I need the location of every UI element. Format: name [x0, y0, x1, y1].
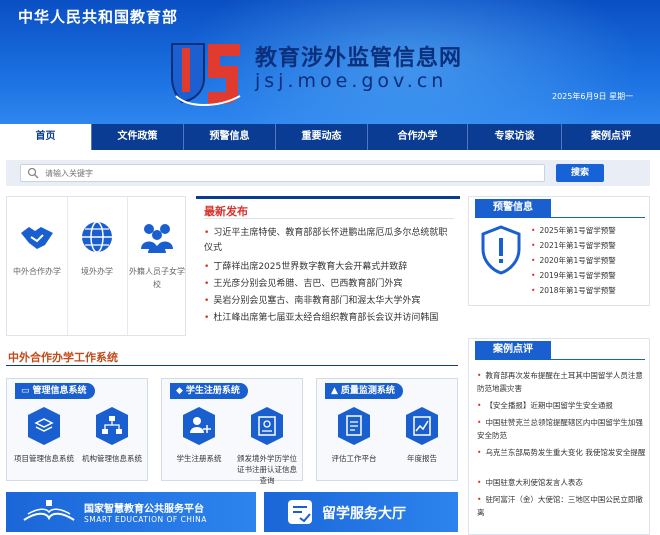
system-box-management: ▭ 管理信息系统 项目管理信息系统 机构管理信息系统	[6, 378, 148, 481]
system-box-registration: ◆ 学生注册系统 学生注册系统 颁发境外学历学位证书注册认证信息查询	[161, 378, 303, 485]
case-item[interactable]: • 教育部再次发布提醒在土耳其中国留学人员注意防范地震灾害	[477, 369, 647, 395]
news-item[interactable]: • 习近平主席特使、教育部部长怀进鹏出席厄瓜多尔总统就职仪式	[204, 226, 454, 256]
banner-smart-education[interactable]: 国家智慧教育公共服务平台 SMART EDUCATION OF CHINA	[6, 492, 256, 532]
system-link-label: 机构管理信息系统	[82, 454, 142, 463]
nav-item-coop[interactable]: 合作办学	[368, 124, 468, 150]
banner-smart-title: 国家智慧教育公共服务平台	[84, 504, 204, 515]
coop-section-title: 中外合作办学工作系统	[8, 351, 118, 364]
banner-study-abroad-service[interactable]: 留学服务大厅	[264, 492, 458, 532]
grad-cap-icon: ◆	[176, 386, 183, 396]
warning-item[interactable]: • 2025年第1号留学预警	[531, 225, 616, 236]
system-box-title[interactable]: ◆ 学生注册系统	[170, 383, 248, 399]
nav-item-warning[interactable]: 预警信息	[184, 124, 276, 150]
search-button[interactable]: 搜索	[556, 164, 604, 182]
site-logo-icon[interactable]	[168, 38, 246, 108]
case-item[interactable]: • 驻阿富汗（金）大使馆：三地区中国公民立即撤离	[477, 493, 647, 519]
current-date: 2025年6月9日 星期一	[552, 92, 634, 101]
document-check-icon	[288, 500, 312, 524]
case-item[interactable]: • 中国驻赞克兰总领馆提醒辖区内中国留学生加强安全防范	[477, 416, 647, 442]
book-logo-icon	[23, 500, 75, 521]
system-box-quality: ▲ 质量监测系统 评估工作平台 年度报告	[316, 378, 458, 481]
quick-link-label: 境外办学	[81, 267, 113, 276]
site-title: 教育涉外监管信息网	[255, 46, 463, 71]
certificate-icon	[251, 407, 283, 445]
search-icon	[27, 167, 39, 179]
system-box-title[interactable]: ▭ 管理信息系统	[15, 383, 95, 399]
banner-smart-subtitle: SMART EDUCATION OF CHINA	[84, 515, 207, 524]
shield-alert-icon	[481, 225, 521, 275]
banner-study-title: 留学服务大厅	[322, 506, 406, 522]
nav-item-policy[interactable]: 文件政策	[92, 124, 184, 150]
search-field	[20, 164, 545, 182]
latest-news-panel: 最新发布 • 习近平主席特使、教育部部长怀进鹏出席厄瓜多尔总统就职仪式 • 丁薛祥出…	[196, 196, 460, 336]
system-link-label: 年度报告	[407, 454, 437, 463]
news-item[interactable]: • 吴岩分别会见塞古、南非教育部门和渥太华大学外宾	[204, 294, 454, 309]
case-item[interactable]: • 【安全播报】近期中国留学生安全通报	[477, 399, 647, 412]
news-item[interactable]: • 王光彦分别会见希腊、吉巴、巴西教育部门外宾	[204, 277, 454, 292]
warning-panel-title[interactable]: 预警信息	[475, 199, 551, 217]
report-chart-icon	[406, 407, 438, 445]
nav-item-cases[interactable]: 案例点评	[562, 124, 660, 150]
nav-item-home[interactable]: 首页	[0, 124, 92, 150]
system-link-label: 项目管理信息系统	[14, 454, 74, 463]
section-divider	[6, 365, 458, 366]
warning-item[interactable]: • 2018年第1号留学预警	[531, 285, 616, 296]
system-box-title[interactable]: ▲ 质量监测系统	[325, 383, 403, 399]
quick-link-label: 中外合作办学	[13, 267, 61, 276]
clipboard-icon	[338, 407, 370, 445]
quick-link-school[interactable]: 外籍人员子女学校	[127, 197, 187, 335]
quick-link-coop[interactable]: 中外合作办学	[7, 197, 67, 335]
warning-item[interactable]: • 2021年第1号留学预警	[531, 240, 616, 251]
monitor-icon: ▭	[21, 386, 30, 396]
globe-icon	[82, 221, 112, 253]
search-input[interactable]	[45, 165, 540, 181]
nav-item-interview[interactable]: 专家访谈	[468, 124, 562, 150]
quick-link-overseas[interactable]: 境外办学	[67, 197, 127, 335]
news-panel-title: 最新发布	[204, 205, 248, 218]
ministry-name[interactable]: 中华人民共和国教育部	[18, 6, 178, 27]
news-item[interactable]: • 杜江峰出席第七届亚太经合组织教育部长会议并访问韩国	[204, 311, 454, 326]
warning-panel: 预警信息 • 2025年第1号留学预警 • 2021年第1号留学预警 • 2020年第…	[468, 196, 650, 306]
cases-panel-title[interactable]: 案例点评	[475, 341, 551, 359]
people-icon	[141, 224, 173, 253]
quality-icon: ▲	[331, 386, 338, 396]
cases-panel: 案例点评 • 教育部再次发布提醒在土耳其中国留学人员注意防范地震灾害 • 【安全播报…	[468, 338, 650, 535]
warning-item[interactable]: • 2019年第1号留学预警	[531, 270, 616, 281]
handshake-icon	[21, 227, 53, 249]
nav-item-news[interactable]: 重要动态	[276, 124, 368, 150]
main-nav: 首页 文件政策 预警信息 重要动态 合作办学 专家访谈 案例点评	[0, 124, 660, 150]
system-link-label: 学生注册系统	[176, 454, 222, 463]
case-item[interactable]: • 乌克兰东部局势发生重大变化 我使馆发安全提醒	[477, 446, 647, 459]
system-link-label: 颁发境外学历学位证书注册认证信息查询	[237, 454, 297, 485]
case-item[interactable]: • 中国驻意大利使馆发言人表态	[477, 476, 647, 489]
warning-item[interactable]: • 2020年第1号留学预警	[531, 255, 616, 266]
site-url: jsj.moe.gov.cn	[255, 70, 448, 92]
quick-link-label: 外籍人员子女学校	[129, 267, 185, 289]
quick-links-panel: 中外合作办学 境外办学 外籍人员子女学校	[6, 196, 186, 336]
layers-icon	[28, 407, 60, 445]
system-link-label: 评估工作平台	[331, 454, 377, 463]
org-chart-icon	[96, 407, 128, 445]
news-item[interactable]: • 丁薛祥出席2025世界数字教育大会开幕式并致辞	[204, 260, 454, 275]
add-user-icon	[183, 407, 215, 445]
